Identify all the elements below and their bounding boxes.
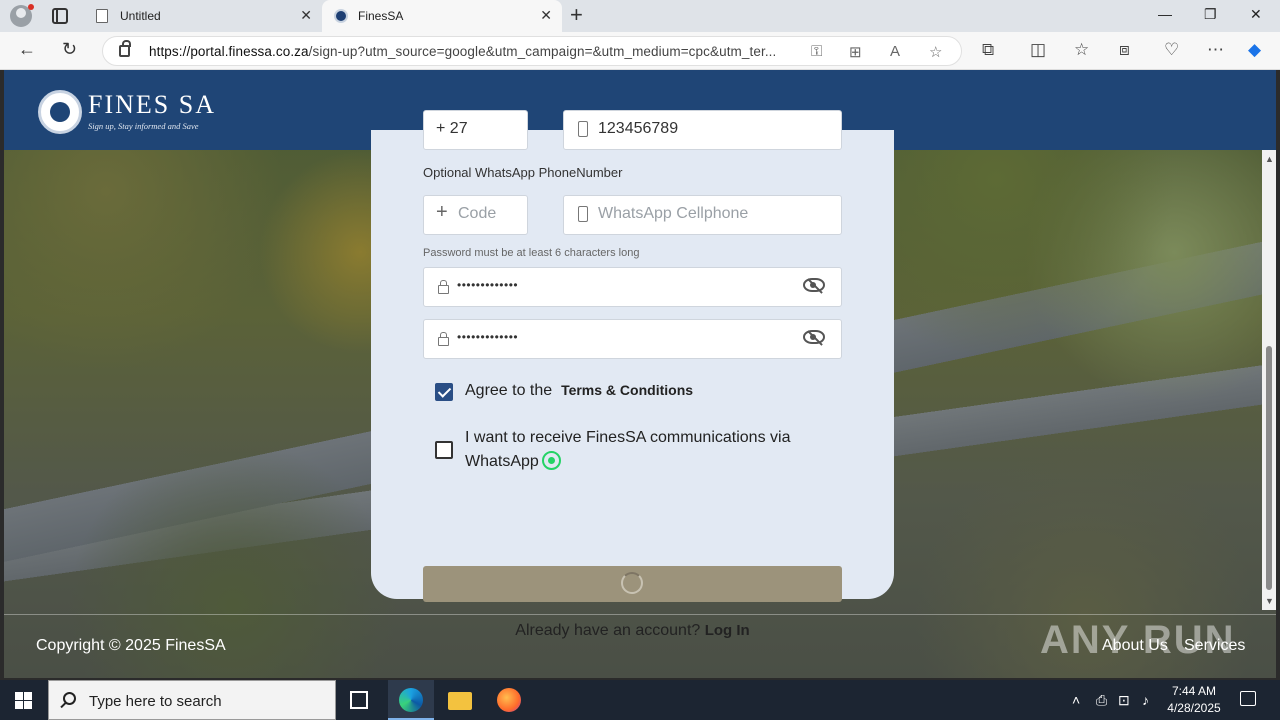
edge-icon[interactable] (399, 688, 423, 712)
phone-icon (578, 206, 588, 222)
lock-icon[interactable] (119, 40, 131, 57)
eye-slash-icon[interactable] (803, 278, 825, 292)
whatsapp-phone-input[interactable]: WhatsApp Cellphone (563, 195, 842, 235)
collections-icon[interactable]: ⧈ (1119, 40, 1130, 60)
phone-code-input[interactable]: + 27 (423, 110, 528, 150)
terms-text: Agree to the Terms & Conditions (465, 382, 694, 399)
scroll-up-icon[interactable]: ▲ (1265, 154, 1274, 164)
web-page: FINES SA Sign up, Stay informed and Save… (4, 70, 1276, 678)
notification-dot (28, 4, 34, 10)
key-icon[interactable]: ⚿ (811, 43, 822, 60)
close-window-icon[interactable]: ✕ (1250, 6, 1262, 23)
password-input[interactable]: ••••••••••••• (423, 267, 842, 307)
app-available-icon[interactable]: ⊞ (849, 43, 862, 61)
minimize-icon[interactable]: — (1158, 6, 1172, 22)
read-aloud-icon[interactable]: A (890, 43, 900, 60)
windows-taskbar: Type here to search ˄ ⎙ ⊡ ♪ 7:44 AM 4/28… (0, 680, 1280, 720)
split-screen-icon[interactable]: ◫ (1030, 40, 1046, 60)
tab-untitled[interactable]: Untitled ✕ (84, 0, 322, 32)
scroll-down-icon[interactable]: ▼ (1265, 596, 1274, 606)
phone-icon (578, 121, 588, 137)
brand-name: FINES SA (88, 90, 216, 119)
signup-form: + 27 123456789 Optional WhatsApp PhoneNu… (371, 110, 894, 639)
tab-label: FinesSA (358, 9, 404, 23)
whatsapp-optin-checkbox[interactable] (435, 441, 453, 459)
login-link[interactable]: Log In (705, 622, 750, 639)
new-tab-button[interactable]: + (570, 4, 583, 26)
password-hint: Password must be at least 6 characters l… (423, 247, 640, 259)
login-prompt: Already have an account? Log In (515, 622, 750, 639)
restore-icon[interactable]: ❐ (1204, 6, 1217, 23)
favorites-icon[interactable]: ☆ (1074, 40, 1089, 60)
volume-icon[interactable]: ♪ (1142, 692, 1149, 708)
close-tab-icon[interactable]: ✕ (540, 7, 552, 24)
address-bar[interactable]: https://portal.finessa.co.za/sign-up?utm… (102, 36, 962, 66)
footer-link-about[interactable]: About Us (1102, 637, 1168, 655)
confirm-password-input[interactable]: ••••••••••••• (423, 319, 842, 359)
taskbar-search-box[interactable]: Type here to search (48, 680, 336, 720)
footer-divider (4, 614, 1276, 615)
phone-input[interactable]: 123456789 (563, 110, 842, 150)
lock-icon (438, 332, 449, 346)
page-icon (96, 9, 108, 23)
copyright-text: Copyright © 2025 FinesSA (36, 637, 226, 654)
eye-slash-icon[interactable] (803, 330, 825, 344)
lock-icon (438, 280, 449, 294)
network-icon[interactable]: ⊡ (1118, 692, 1130, 709)
finessa-logo-icon[interactable] (38, 90, 82, 134)
whatsapp-optin-text: I want to receive FinesSA communications… (465, 429, 791, 470)
taskbar-clock[interactable]: 7:44 AM 4/28/2025 (1166, 683, 1222, 717)
tray-chevron-icon[interactable]: ˄ (1072, 692, 1080, 708)
url-text: https://portal.finessa.co.za/sign-up?utm… (149, 44, 777, 59)
plus-icon: + (436, 201, 448, 223)
whatsapp-icon (541, 451, 561, 470)
performance-icon[interactable]: ♡ (1164, 40, 1179, 60)
whatsapp-label: Optional WhatsApp PhoneNumber (423, 165, 623, 180)
scrollbar-thumb[interactable] (1266, 346, 1272, 590)
search-icon (63, 692, 76, 705)
tab-label: Untitled (120, 9, 161, 23)
favorite-star-icon[interactable]: ☆ (929, 43, 942, 61)
footer-link-services[interactable]: Services (1184, 637, 1245, 655)
extensions-icon[interactable]: ⧉ (982, 40, 994, 60)
file-explorer-icon[interactable] (448, 692, 472, 710)
brand-tagline: Sign up, Stay informed and Save (88, 121, 199, 131)
browser-tab-bar: Untitled ✕ FinesSA ✕ + — ❐ ✕ (0, 0, 1280, 32)
copilot-icon[interactable]: ◆ (1248, 40, 1261, 60)
firefox-icon[interactable] (497, 688, 521, 712)
close-tab-icon[interactable]: ✕ (300, 7, 312, 24)
more-menu-icon[interactable]: ⋯ (1207, 40, 1224, 60)
tab-finessa[interactable]: FinesSA ✕ (322, 0, 562, 32)
tab-actions-icon[interactable] (52, 8, 68, 24)
windows-start-icon[interactable] (15, 692, 32, 709)
task-view-icon[interactable] (350, 691, 368, 709)
submit-button[interactable] (423, 566, 842, 602)
page-scrollbar[interactable]: ▲ ▼ (1262, 150, 1276, 610)
loading-spinner-icon (621, 572, 643, 594)
notification-icon[interactable] (1240, 691, 1256, 706)
finessa-favicon-icon (334, 9, 348, 23)
back-icon[interactable]: ← (18, 40, 36, 58)
device-icon[interactable]: ⎙ (1096, 692, 1107, 709)
terms-link[interactable]: Terms & Conditions (561, 382, 693, 398)
refresh-icon[interactable]: ↻ (62, 40, 77, 58)
terms-checkbox[interactable] (435, 383, 453, 401)
screen: Untitled ✕ FinesSA ✕ + — ❐ ✕ ← ↻ https:/… (0, 0, 1280, 720)
whatsapp-code-input[interactable]: + Code (423, 195, 528, 235)
